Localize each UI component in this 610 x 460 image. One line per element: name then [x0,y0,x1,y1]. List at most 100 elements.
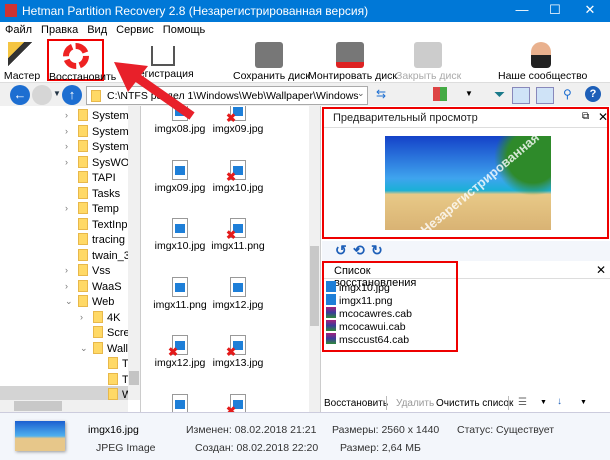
tree-item[interactable]: TAPI [78,171,116,186]
master-button[interactable]: Мастер [2,40,42,82]
file-item[interactable]: ✖imgx14.jpg [209,393,267,412]
expand-icon[interactable]: › [65,157,68,167]
expand-icon[interactable]: › [65,203,68,213]
maximize-button[interactable]: ☐ [540,2,570,20]
undock-icon[interactable]: ⧉ [582,111,589,122]
file-item[interactable]: imgx10.jpg [151,218,209,252]
sort-dropdown-icon[interactable]: ▼ [580,399,587,406]
restore-list-close-icon[interactable]: ✕ [596,263,606,277]
minimize-button[interactable]: — [507,2,537,20]
restore-list-restore-button[interactable]: Восстановить [324,398,388,409]
path-dropdown-icon[interactable]: ⌄ [357,88,365,99]
expand-icon[interactable]: › [65,141,68,151]
search-icon[interactable]: ⚲ [563,87,572,101]
tree-item[interactable]: Temp [78,202,119,217]
tree-item[interactable]: Tasks [78,186,120,202]
up-icon[interactable]: ↑ [62,85,82,105]
tree-item[interactable]: tracing [78,233,125,248]
disk-close-icon [414,42,442,68]
expand-icon[interactable]: › [80,312,83,322]
expand-icon[interactable]: › [65,126,68,136]
annotation-arrow-icon [114,62,195,120]
expand-icon[interactable]: › [65,110,68,120]
columns-dropdown-icon[interactable]: ▼ [540,399,547,406]
save-disk-button[interactable]: Сохранить диск [233,40,310,82]
save-panel-icon[interactable] [536,87,554,104]
file-item[interactable]: ✖ imgx13.jpg [209,335,267,369]
folder-icon [78,186,88,199]
restore-list-panel: Список восстановления imgx10.jpg imgx11.p… [322,261,458,352]
status-filetype: JPEG Image [96,442,156,454]
image-file-icon [172,276,188,297]
tree-item[interactable]: 4K [93,310,120,326]
file-item[interactable]: imgx09.jpg [151,159,209,194]
panel-toggle-icon[interactable] [512,87,530,104]
image-file-icon: ✖ [226,218,246,242]
sort-icon[interactable]: ↓ [557,396,562,407]
menu-file[interactable]: Файл [0,22,36,36]
menu-view[interactable]: Вид [82,22,111,36]
restore-button[interactable]: Восстановить [47,39,116,83]
restore-list-item[interactable]: mcocawres.cab [326,307,456,320]
restore-list-item[interactable]: imgx11.png [326,294,456,307]
folder-icon [78,124,88,137]
tree-item[interactable]: T [108,357,129,372]
back-icon[interactable]: ← [10,85,30,105]
history-dropdown-icon[interactable]: ▼ [53,89,61,98]
preview-close-icon[interactable]: ✕ [598,110,608,124]
help-icon[interactable]: ? [585,86,601,102]
restore-list-delete-button[interactable]: Удалить [396,398,434,409]
mount-disk-button[interactable]: Монтировать диск [308,40,397,82]
status-filename: imgx16.jpg [88,424,139,436]
tree-item[interactable]: Web [78,295,114,310]
restore-list-item[interactable]: imgx10.jpg [326,281,456,294]
tree-vertical-scrollbar[interactable] [128,106,140,400]
image-file-icon: ✖ [168,335,188,359]
folder-icon [78,202,88,214]
close-button[interactable]: ✕ [575,2,605,20]
close-disk-button[interactable]: Закрыть диск [396,40,461,82]
refresh-icon[interactable]: ⇆ [376,87,386,101]
expand-icon[interactable]: › [65,281,68,291]
right-pane: Предварительный просмотр ⧉ ✕ Незарегистр… [322,106,610,412]
tree-item[interactable]: Vss [78,264,110,279]
file-thumbnail [15,421,65,451]
restore-list-item[interactable]: mcocawui.cab [326,320,456,333]
file-item[interactable]: ✖ imgx12.jpg [151,335,209,369]
file-item[interactable]: ✖ imgx10.jpg [209,159,267,194]
menu-service[interactable]: Сервис [111,22,158,36]
rotate-left-icon[interactable]: ↺ [335,242,347,259]
filter-icon[interactable]: ⏷ [494,86,505,103]
tree-item[interactable]: WaaS [78,279,122,295]
community-button[interactable]: Наше сообщество [498,40,587,82]
menu-help[interactable]: Помощь [158,22,210,36]
address-bar: ← ▼ ↑ C:\NTFS раздел 1\Windows\Web\Wallp… [0,82,610,106]
tree-item[interactable]: TextInpu [78,217,134,233]
folder-icon [108,372,118,385]
image-file-icon: ✖ [226,106,246,125]
folder-icon [108,388,118,400]
expand-icon[interactable]: › [65,265,68,275]
tree-horizontal-scrollbar[interactable] [0,400,128,412]
expand-icon[interactable]: ⌄ [65,296,73,307]
file-item[interactable]: imgx12.jpg [209,276,267,311]
folder-icon [108,357,118,369]
status-bar: imgx16.jpg JPEG Image Изменен: 08.02.201… [0,412,610,460]
folder-icon [78,295,88,307]
folder-icon [93,310,103,323]
view-mode-icon[interactable] [433,87,447,101]
flip-icon[interactable]: ⟲ [353,242,365,259]
menu-edit[interactable]: Правка [36,22,82,36]
file-item[interactable]: imgx13.jpg [151,393,209,412]
restore-list-item[interactable]: msccust64.cab [326,333,456,346]
view-dropdown-icon[interactable]: ▼ [465,89,473,98]
files-vertical-scrollbar[interactable] [309,106,320,412]
expand-icon[interactable]: ⌄ [80,343,88,354]
clear-list-button[interactable]: Очистить список [436,398,513,409]
columns-icon[interactable]: ☰ [518,397,527,408]
forward-icon[interactable] [32,85,52,105]
rotate-right-icon[interactable]: ↻ [371,242,383,259]
file-item[interactable]: ✖ imgx09.jpg [209,106,267,135]
file-item[interactable]: ✖ imgx11.png [209,218,267,252]
file-item[interactable]: imgx11.png [151,276,209,311]
